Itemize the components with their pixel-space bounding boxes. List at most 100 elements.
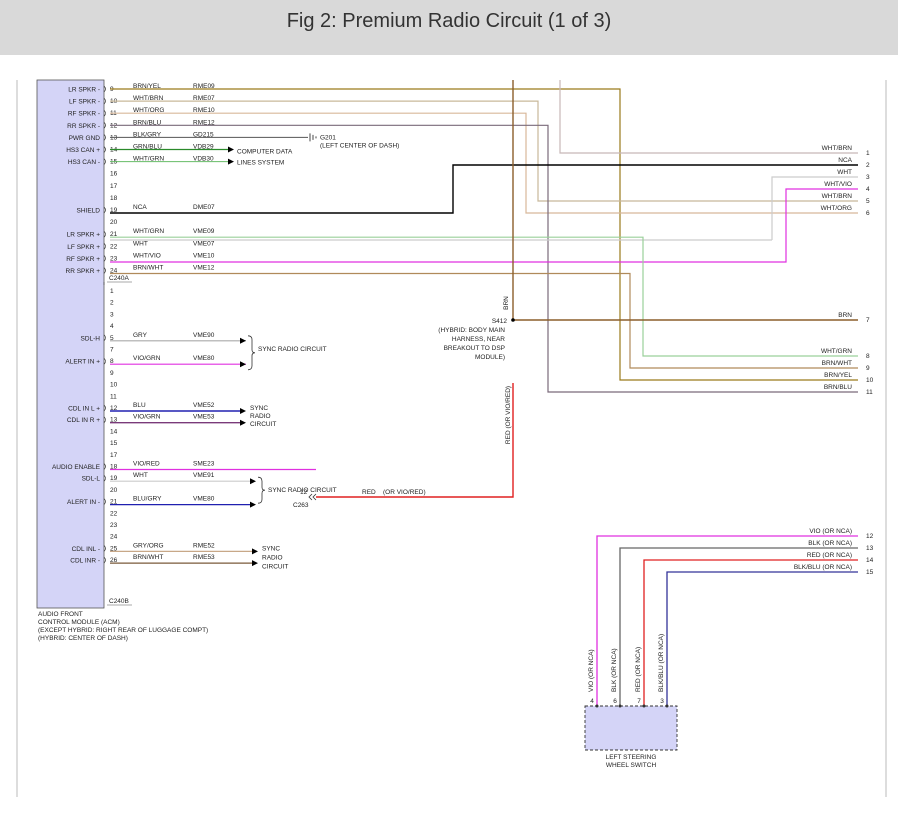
wiring-diagram: C240A C240B AUDIO FRONTCONTROL MODULE (A… bbox=[16, 79, 887, 797]
computer-data-label: COMPUTER DATA bbox=[237, 149, 293, 156]
switch-pin-number: 7 bbox=[637, 698, 641, 705]
sync-cdl-label: SYNC bbox=[262, 545, 280, 552]
wire-color-label: BRN/WHT bbox=[133, 265, 163, 272]
circuit-label: VME90 bbox=[193, 332, 215, 339]
output-number: 5 bbox=[866, 198, 870, 205]
output-color: BRN bbox=[838, 312, 852, 319]
switch-pin-dot bbox=[595, 704, 599, 708]
wires bbox=[110, 80, 858, 705]
wire-color-label: BLU bbox=[133, 402, 146, 409]
pin-label: LR SPKR + bbox=[67, 232, 101, 239]
output-color: WHT bbox=[837, 169, 852, 176]
pin-number: 9 bbox=[110, 370, 114, 377]
pin-number: 18 bbox=[110, 195, 118, 202]
pin-label: CDL IN R + bbox=[67, 417, 100, 424]
wire-color-label: VIO/RED bbox=[133, 461, 160, 468]
switch-wire-label: VIO (OR NCA) bbox=[588, 649, 595, 692]
pin-label: CDL INR - bbox=[70, 558, 100, 565]
output-color: WHT/VIO bbox=[824, 181, 852, 188]
pin-number: 10 bbox=[110, 382, 118, 389]
switch-caption: LEFT STEERING bbox=[606, 754, 657, 761]
switch-wire-label: BLK (OR NCA) bbox=[611, 648, 618, 692]
output-number: 11 bbox=[866, 389, 873, 396]
pin-label: CDL INL - bbox=[72, 546, 100, 553]
arrow-icon bbox=[228, 158, 234, 165]
output-number: 2 bbox=[866, 162, 870, 169]
output-color: BRN/WHT bbox=[822, 360, 852, 367]
switch-caption: WHEEL SWITCH bbox=[606, 762, 657, 769]
output-color: WHT/GRN bbox=[821, 348, 852, 355]
wire-wht-brn bbox=[110, 100, 858, 202]
wire-color-label: NCA bbox=[133, 204, 147, 211]
arrow-icon bbox=[240, 408, 246, 414]
wire-color-label: WHT/VIO bbox=[133, 252, 161, 259]
wire-wht-org bbox=[110, 112, 858, 214]
pin-label: ALERT IN + bbox=[65, 359, 100, 366]
sync-radio-label: SYNC RADIO CIRCUIT bbox=[268, 487, 337, 494]
circuit-label: VME80 bbox=[193, 496, 215, 503]
output-color: VIO (OR NCA) bbox=[809, 528, 852, 535]
pin-label: RR SPKR + bbox=[66, 268, 101, 275]
red-horizontal-label: RED bbox=[362, 489, 376, 496]
output-color: BRN/YEL bbox=[824, 372, 852, 379]
sync-cdl-label: RADIO bbox=[250, 413, 271, 420]
output-number: 14 bbox=[866, 557, 874, 564]
pin-number: 4 bbox=[110, 323, 114, 330]
switch-pin-number: 3 bbox=[660, 698, 664, 705]
circuit-label: VME09 bbox=[193, 228, 215, 235]
wire-switch bbox=[666, 571, 858, 705]
output-color: BLK (OR NCA) bbox=[808, 540, 852, 547]
output-color: BRN/BLU bbox=[824, 384, 852, 391]
sync-cdl-label: CIRCUIT bbox=[262, 563, 288, 570]
sync-cdl-label: CIRCUIT bbox=[250, 421, 276, 428]
acm-caption-line: (HYBRID: CENTER OF DASH) bbox=[38, 635, 128, 642]
acm-caption-line: CONTROL MODULE (ACM) bbox=[38, 619, 120, 626]
pin-number: 11 bbox=[110, 393, 117, 400]
pin-number: 1 bbox=[110, 288, 114, 295]
ground-g201-label: G201 bbox=[320, 134, 336, 141]
arrow-icon bbox=[250, 501, 256, 508]
circuit-label: VME07 bbox=[193, 240, 215, 247]
circuit-label: VME80 bbox=[193, 355, 215, 362]
annotations: G201(LEFT CENTER OF DASH) COMPUTER DATA LI… bbox=[228, 133, 515, 570]
sync-cdl-label: RADIO bbox=[262, 554, 283, 561]
output-color: NCA bbox=[838, 157, 852, 164]
s412-location: BREAKOUT TO DSP bbox=[444, 345, 505, 352]
s412-label: S412 bbox=[492, 318, 508, 325]
pin-label: LF SPKR + bbox=[67, 244, 100, 251]
output-color: WHT/BRN bbox=[822, 145, 853, 152]
pin-label: AUDIO ENABLE bbox=[52, 464, 101, 471]
output-number: 1 bbox=[866, 150, 870, 157]
pin-number: 24 bbox=[110, 534, 118, 541]
wire-color-label: VIO/GRN bbox=[133, 414, 161, 421]
pin-number: 3 bbox=[110, 311, 114, 318]
wire-color-label: WHT bbox=[133, 472, 148, 479]
wire-wht-vio bbox=[110, 188, 858, 263]
pin-label: LF SPKR - bbox=[69, 99, 100, 106]
sync-radio-label: SYNC RADIO CIRCUIT bbox=[258, 346, 327, 353]
acm-caption-line: (EXCEPT HYBRID: RIGHT REAR OF LUGGAGE CO… bbox=[38, 627, 208, 634]
switch-pin-number: 4 bbox=[590, 698, 594, 705]
pin-label: RF SPKR + bbox=[66, 256, 100, 263]
arrow-icon bbox=[240, 419, 246, 426]
wire-color-label: WHT/GRN bbox=[133, 228, 164, 235]
output-number: 13 bbox=[866, 545, 874, 552]
ground-g201-location: (LEFT CENTER OF DASH) bbox=[320, 142, 399, 149]
circuit-label: VME12 bbox=[193, 265, 215, 272]
arrow-icon bbox=[240, 337, 246, 344]
output-number: 8 bbox=[866, 353, 870, 360]
pin-label: PWR GND bbox=[69, 135, 101, 142]
connector-c263-icon bbox=[308, 493, 317, 501]
output-number: 12 bbox=[866, 533, 874, 540]
pin-label: HS3 CAN - bbox=[68, 159, 100, 166]
wire-color-label: GRY/ORG bbox=[133, 542, 164, 549]
pin-number: 14 bbox=[110, 428, 118, 435]
output-color: RED (OR NCA) bbox=[807, 552, 852, 559]
s412-location: HARNESS, NEAR bbox=[452, 336, 505, 343]
circuit-label: SME23 bbox=[193, 461, 215, 468]
output-number: 9 bbox=[866, 365, 870, 372]
s412-location: (HYBRID: BODY MAIN bbox=[438, 327, 505, 334]
pin-number: 15 bbox=[110, 440, 118, 447]
output-color: BLK/BLU (OR NCA) bbox=[794, 564, 852, 571]
wire-shield-nca bbox=[110, 164, 858, 214]
